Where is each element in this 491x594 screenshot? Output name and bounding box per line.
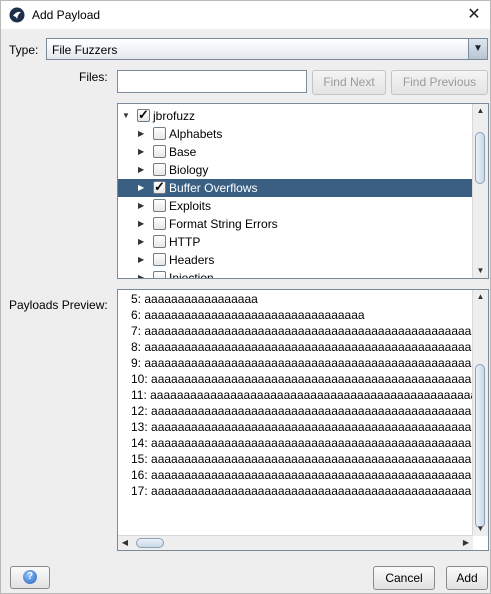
tree-item[interactable]: ▶ Format String Errors bbox=[118, 215, 473, 233]
tree-item-label: Injection bbox=[169, 271, 214, 279]
tree-root-checkbox[interactable]: ✓ bbox=[137, 107, 150, 122]
scroll-right-icon[interactable]: ▶ bbox=[459, 536, 473, 550]
expander-right-icon[interactable]: ▶ bbox=[138, 269, 148, 278]
tree-item-selected[interactable]: ▶ ✓ Buffer Overflows bbox=[118, 179, 473, 197]
find-next-button[interactable]: Find Next bbox=[312, 70, 386, 95]
tree-item-label: Base bbox=[169, 145, 197, 159]
preview-line: 14: aaaaaaaaaaaaaaaaaaaaaaaaaaaaaaaaaaaa… bbox=[131, 436, 488, 450]
scroll-up-icon[interactable]: ▲ bbox=[473, 290, 488, 304]
tree-vertical-scrollbar[interactable]: ▲ ▼ bbox=[472, 104, 488, 278]
tree-item-checkbox[interactable] bbox=[153, 199, 166, 212]
type-label: Type: bbox=[9, 43, 39, 57]
type-select[interactable]: File Fuzzers ▼ bbox=[46, 38, 488, 60]
tree-item[interactable]: ▶ HTTP bbox=[118, 233, 473, 251]
preview-line: 8: aaaaaaaaaaaaaaaaaaaaaaaaaaaaaaaaaaaaa… bbox=[131, 340, 488, 354]
tree-item-checkbox[interactable] bbox=[153, 145, 166, 158]
tree-item-checkbox[interactable] bbox=[153, 217, 166, 230]
scroll-thumb[interactable] bbox=[475, 132, 485, 184]
preview-line: 12: aaaaaaaaaaaaaaaaaaaaaaaaaaaaaaaaaaaa… bbox=[131, 404, 488, 418]
files-input[interactable] bbox=[117, 70, 307, 93]
expander-down-icon[interactable]: ▼ bbox=[122, 107, 132, 125]
preview-line: 9: aaaaaaaaaaaaaaaaaaaaaaaaaaaaaaaaaaaaa… bbox=[131, 356, 488, 370]
files-label: Files: bbox=[79, 70, 108, 84]
tree-item-checkbox[interactable]: ✓ bbox=[153, 179, 166, 194]
tree-item-checkbox[interactable] bbox=[153, 127, 166, 140]
preview-horizontal-scrollbar[interactable]: ◀ ▶ bbox=[118, 535, 473, 550]
preview-line: 17: aaaaaaaaaaaaaaaaaaaaaaaaaaaaaaaaaaaa… bbox=[131, 484, 488, 498]
preview-line: 15: aaaaaaaaaaaaaaaaaaaaaaaaaaaaaaaaaaaa… bbox=[131, 452, 488, 466]
tree-item[interactable]: ▶ Biology bbox=[118, 161, 473, 179]
tree-item-checkbox[interactable] bbox=[153, 253, 166, 266]
add-button[interactable]: Add bbox=[446, 566, 488, 590]
add-payload-dialog: Add Payload ✕ Type: File Fuzzers ▼ Files… bbox=[0, 0, 491, 594]
expander-right-icon[interactable]: ▶ bbox=[138, 215, 148, 233]
expander-right-icon[interactable]: ▶ bbox=[138, 125, 148, 143]
preview-line: 11: aaaaaaaaaaaaaaaaaaaaaaaaaaaaaaaaaaaa… bbox=[131, 388, 488, 402]
preview-line: 5: aaaaaaaaaaaaaaaaa bbox=[131, 292, 258, 306]
tree-item-label: Format String Errors bbox=[169, 217, 278, 231]
tree-item-label: Exploits bbox=[169, 199, 212, 213]
checkmark-icon: ✓ bbox=[138, 107, 149, 122]
expander-right-icon[interactable]: ▶ bbox=[138, 251, 148, 269]
tree-item[interactable]: ▶ Alphabets bbox=[118, 125, 473, 143]
payloads-preview[interactable]: 5: aaaaaaaaaaaaaaaaa 6: aaaaaaaaaaaaaaaa… bbox=[117, 289, 489, 551]
expander-right-icon[interactable]: ▶ bbox=[138, 197, 148, 215]
tree-item[interactable]: ▶ Base bbox=[118, 143, 473, 161]
fuzzer-tree: ▼ ✓ jbrofuzz ▶ Alphabets ▶ Base ▶ Biolog… bbox=[117, 103, 489, 279]
preview-vertical-scrollbar[interactable]: ▲ ▼ bbox=[472, 290, 488, 536]
tree-item[interactable]: ▶ Injection bbox=[118, 269, 473, 279]
preview-line: 13: aaaaaaaaaaaaaaaaaaaaaaaaaaaaaaaaaaaa… bbox=[131, 420, 488, 434]
tree-root-label: jbrofuzz bbox=[153, 109, 196, 123]
tree-item-checkbox[interactable] bbox=[153, 235, 166, 248]
tree-item-label: HTTP bbox=[169, 235, 201, 249]
chevron-down-icon[interactable]: ▼ bbox=[468, 39, 487, 59]
tree-item-label: Alphabets bbox=[169, 127, 223, 141]
tree-item[interactable]: ▶ Exploits bbox=[118, 197, 473, 215]
expander-right-icon[interactable]: ▶ bbox=[138, 179, 148, 197]
scroll-left-icon[interactable]: ◀ bbox=[118, 536, 132, 550]
close-button[interactable]: ✕ bbox=[464, 5, 484, 25]
scroll-up-icon[interactable]: ▲ bbox=[473, 104, 488, 118]
expander-right-icon[interactable]: ▶ bbox=[138, 161, 148, 179]
app-logo-icon bbox=[9, 7, 25, 23]
tree-item-label: Buffer Overflows bbox=[169, 181, 258, 195]
tree-item-label: Biology bbox=[169, 163, 209, 177]
checkmark-icon: ✓ bbox=[154, 179, 165, 194]
find-previous-button[interactable]: Find Previous bbox=[391, 70, 488, 95]
expander-right-icon[interactable]: ▶ bbox=[138, 143, 148, 161]
window-title: Add Payload bbox=[32, 8, 101, 22]
title-bar: Add Payload ✕ bbox=[1, 1, 490, 29]
scroll-thumb[interactable] bbox=[136, 538, 164, 548]
tree-item-checkbox[interactable] bbox=[153, 271, 166, 278]
tree-item[interactable]: ▶ Headers bbox=[118, 251, 473, 269]
scroll-down-icon[interactable]: ▼ bbox=[473, 264, 488, 278]
help-button[interactable]: ? bbox=[10, 566, 50, 589]
tree-item-checkbox[interactable] bbox=[153, 163, 166, 176]
scroll-thumb[interactable] bbox=[475, 364, 485, 528]
preview-line: 7: aaaaaaaaaaaaaaaaaaaaaaaaaaaaaaaaaaaaa… bbox=[131, 324, 488, 338]
type-select-value: File Fuzzers bbox=[52, 43, 118, 57]
preview-line: 16: aaaaaaaaaaaaaaaaaaaaaaaaaaaaaaaaaaaa… bbox=[131, 468, 488, 482]
preview-line: 6: aaaaaaaaaaaaaaaaaaaaaaaaaaaaaaaaa bbox=[131, 308, 365, 322]
tree-root-row[interactable]: ▼ ✓ jbrofuzz bbox=[118, 107, 473, 125]
help-icon: ? bbox=[23, 570, 37, 584]
tree-item-label: Headers bbox=[169, 253, 215, 267]
expander-right-icon[interactable]: ▶ bbox=[138, 233, 148, 251]
preview-line: 10: aaaaaaaaaaaaaaaaaaaaaaaaaaaaaaaaaaaa… bbox=[131, 372, 488, 386]
payloads-preview-label: Payloads Preview: bbox=[9, 298, 108, 312]
cancel-button[interactable]: Cancel bbox=[373, 566, 435, 590]
scroll-down-icon[interactable]: ▼ bbox=[473, 522, 488, 536]
